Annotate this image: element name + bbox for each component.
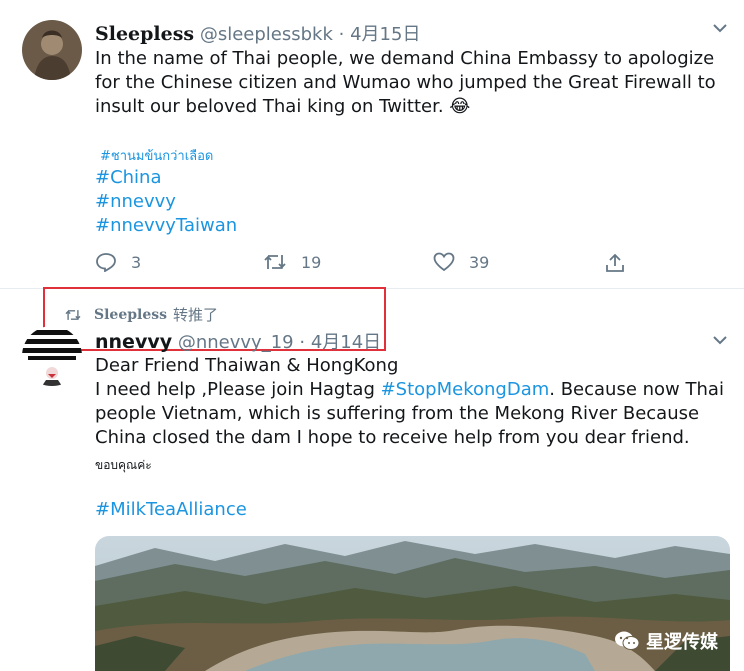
- text-line: In the name of Thai people, we demand Ch…: [95, 48, 715, 69]
- watermark-right-text: 星逻传媒: [646, 632, 718, 653]
- retweet-count: 19: [301, 252, 322, 272]
- tweet-1[interactable]: Sleepless @sleeplessbkk · 4月15日 In the n…: [0, 0, 744, 290]
- text-line: Dear Friend Thaiwan & HongKong: [95, 355, 399, 376]
- wechat-icon: [615, 631, 640, 650]
- tweet-date[interactable]: 4月15日: [350, 24, 420, 45]
- text-line: people Vietnam, which is suffering from …: [95, 403, 700, 424]
- text-line: insult our beloved Thai king on Twitter.…: [95, 96, 471, 117]
- display-name[interactable]: nnevvy: [95, 331, 172, 353]
- like-button[interactable]: 39: [433, 252, 489, 272]
- watermark-left: K 大数跨境: [4, 646, 74, 666]
- share-icon: [606, 253, 624, 272]
- retweet-button[interactable]: 19: [263, 252, 321, 272]
- avatar[interactable]: [22, 20, 82, 80]
- hashtag-milk-tea-alliance[interactable]: #MilkTeaAlliance: [95, 498, 247, 522]
- chevron-down-icon[interactable]: [712, 330, 728, 351]
- tweet-text: In the name of Thai people, we demand Ch…: [95, 47, 735, 119]
- retweeter-name[interactable]: Sleepless: [94, 307, 167, 323]
- text-segment: I need help ,Please join Hagtag: [95, 379, 381, 400]
- hashtag-china[interactable]: #China: [95, 166, 162, 190]
- retweet-context: Sleepless 转推了: [64, 304, 218, 325]
- separator: ·: [338, 24, 345, 45]
- display-name[interactable]: Sleepless: [95, 23, 194, 45]
- handle[interactable]: @sleeplessbkk: [200, 24, 333, 45]
- retweet-label: 转推了: [173, 306, 219, 324]
- hashtag-stop-mekong-dam[interactable]: #StopMekongDam: [381, 379, 550, 400]
- text-line: China closed the dam I hope to receive h…: [95, 427, 690, 448]
- tweet-text: Dear Friend Thaiwan & HongKong I need he…: [95, 354, 740, 450]
- watermark-logo-icon: K: [4, 648, 15, 664]
- heart-icon: [433, 252, 455, 272]
- hashtag-nnevvy[interactable]: #nnevvy: [95, 190, 176, 214]
- text-line: I need help ,Please join Hagtag #StopMek…: [95, 378, 740, 402]
- handle[interactable]: @nnevvy_19: [178, 332, 294, 353]
- hashtag-nnevvy-taiwan[interactable]: #nnevvyTaiwan: [95, 214, 237, 238]
- text-segment: . Because now Thai: [549, 379, 724, 400]
- reply-count: 3: [131, 252, 142, 272]
- text-line: for the Chinese citizen and Wumao who ju…: [95, 72, 716, 93]
- reply-icon: [96, 253, 116, 272]
- tweet-header: nnevvy @nnevvy_19 · 4月14日: [95, 328, 381, 354]
- tweet-header: Sleepless @sleeplessbkk · 4月15日: [95, 20, 420, 46]
- chevron-down-icon[interactable]: [712, 18, 728, 39]
- retweet-small-icon: [65, 309, 81, 320]
- watermark-left-text: 大数跨境: [18, 649, 75, 665]
- watermark-right: 星逻传媒: [614, 628, 718, 654]
- separator: ·: [299, 332, 306, 353]
- tweet-date[interactable]: 4月14日: [311, 332, 381, 353]
- reply-button[interactable]: 3: [95, 252, 141, 272]
- share-button[interactable]: [604, 252, 640, 274]
- retweet-icon: [264, 254, 286, 270]
- like-count: 39: [469, 252, 490, 272]
- hashtag-thai[interactable]: #ชานมข้นกว่าเลือด: [100, 145, 213, 166]
- avatar[interactable]: [22, 326, 82, 386]
- thai-text: ขอบคุณค่ะ: [95, 458, 152, 472]
